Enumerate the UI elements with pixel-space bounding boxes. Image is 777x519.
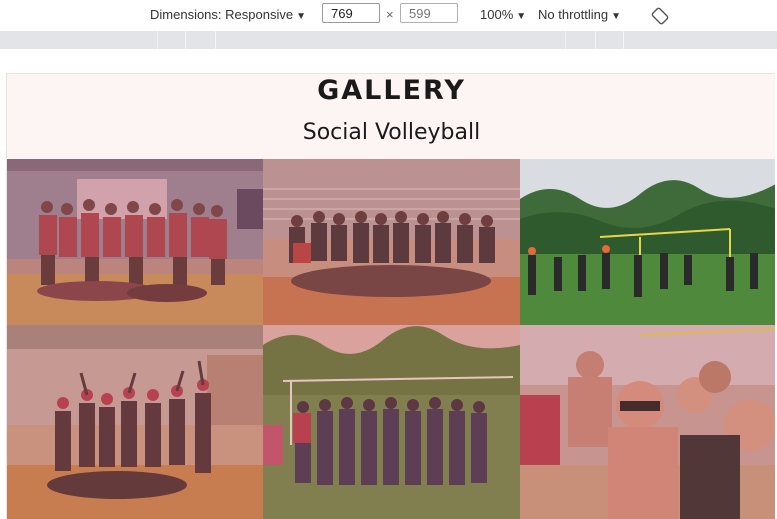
photo-overlay	[7, 159, 263, 325]
photo-overlay	[263, 325, 520, 519]
throttling-label: No throttling	[538, 7, 609, 22]
page-title: GALLERY	[317, 75, 466, 106]
zoom-label: 100%	[480, 7, 514, 22]
gallery-grid	[7, 159, 775, 519]
dimensions-label: Dimensions: Responsive	[150, 7, 294, 22]
beach-selfie-photo[interactable]	[520, 325, 775, 519]
devtools-toolbar: Dimensions: Responsive▼ × 100%▼ No throt…	[0, 0, 777, 30]
outdoor-game-photo[interactable]	[520, 159, 775, 325]
page-viewport: GALLERY Social Volleyball	[6, 73, 775, 519]
ruler-tick	[565, 31, 566, 49]
photo-overlay	[520, 325, 775, 519]
ruler-tick	[215, 31, 216, 49]
photo-overlay	[263, 159, 520, 325]
media-query-ruler[interactable]	[0, 31, 777, 49]
zoom-chevron-down-icon: ▼	[516, 11, 527, 22]
times-separator: ×	[386, 7, 394, 22]
throttling-dropdown[interactable]: No throttling ▼	[538, 7, 621, 22]
christmas-group-photo[interactable]	[7, 325, 263, 519]
zoom-dropdown[interactable]: 100% ▼	[480, 7, 526, 22]
ruler-tick	[185, 31, 186, 49]
ruler-tick	[595, 31, 596, 49]
ruler-tick	[623, 31, 624, 49]
width-input[interactable]	[322, 3, 380, 23]
park-group-photo[interactable]	[263, 325, 520, 519]
height-input[interactable]	[400, 3, 458, 23]
photo-overlay	[7, 325, 263, 519]
page-subtitle: Social Volleyball	[302, 120, 481, 145]
dimensions-chevron-down-icon: ▼	[296, 11, 306, 22]
rotate-icon[interactable]	[651, 7, 669, 25]
toolbar-gap	[0, 49, 777, 73]
throttling-chevron-down-icon: ▼	[611, 11, 621, 22]
indoor-team-photo[interactable]	[263, 159, 520, 325]
ruler-tick	[157, 31, 158, 49]
indoor-group-photo[interactable]	[7, 159, 263, 325]
dimensions-dropdown[interactable]: Dimensions: Responsive ▼	[150, 7, 306, 22]
